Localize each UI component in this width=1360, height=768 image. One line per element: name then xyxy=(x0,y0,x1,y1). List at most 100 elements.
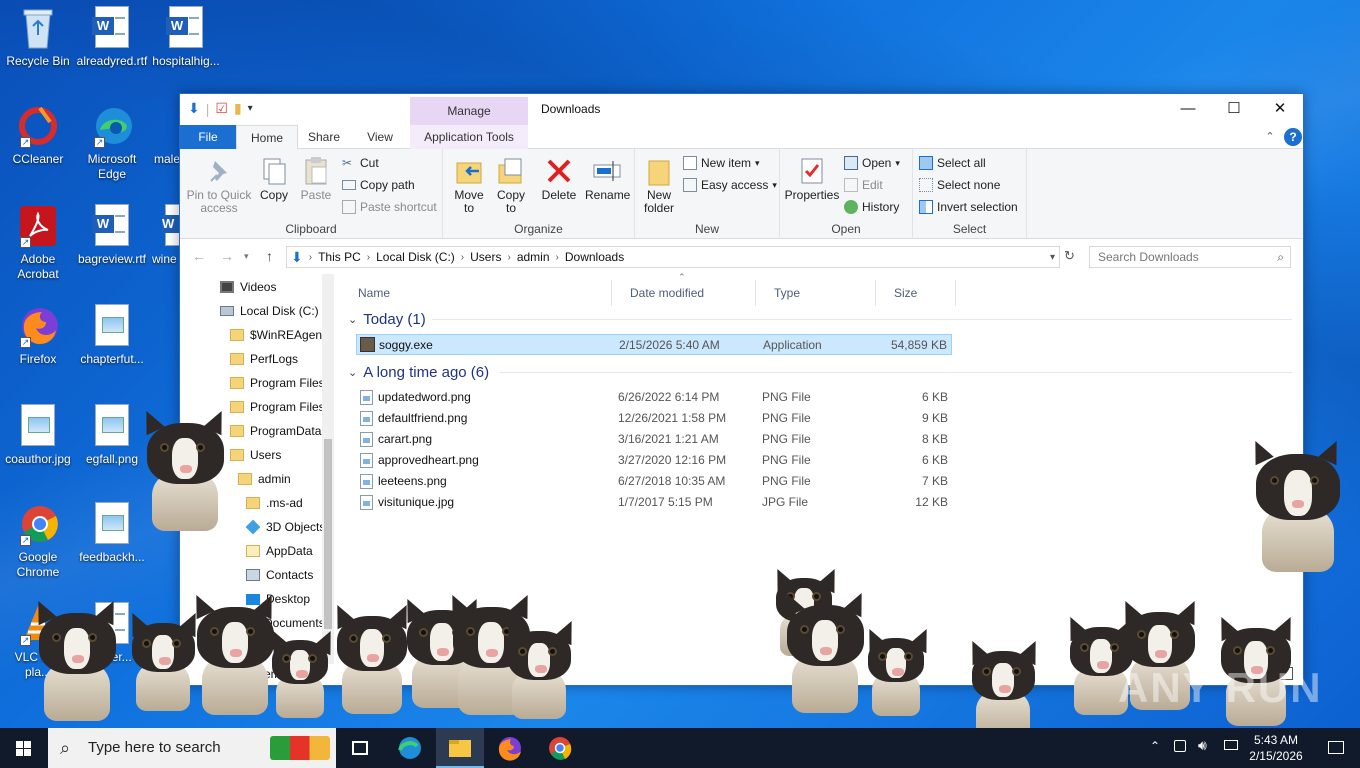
breadcrumb-downloads[interactable]: Downloads xyxy=(565,250,624,264)
file-row[interactable]: leeteens.png 6/27/2018 10:35 AM PNG File… xyxy=(356,471,952,492)
desktop-icon-rtf[interactable]: W bagreview.rtf xyxy=(74,204,150,267)
breadcrumb-local-disk[interactable]: Local Disk (C:) xyxy=(376,250,455,264)
nav-item-folder[interactable]: ProgramData xyxy=(230,420,321,442)
chevron-up-icon[interactable]: ⌃ xyxy=(1150,739,1160,753)
group-header-long-ago[interactable]: ⌄ A long time ago (6) xyxy=(348,361,489,383)
select-all-button[interactable]: Select all xyxy=(919,153,986,173)
forward-arrow-icon[interactable]: → xyxy=(220,248,234,264)
file-row[interactable]: visitunique.jpg 1/7/2017 5:15 PM JPG Fil… xyxy=(356,492,952,513)
copy-button[interactable]: Copy xyxy=(256,155,292,202)
clock[interactable]: 5:43 AM 2/15/2026 xyxy=(1246,732,1306,764)
easy-access-button[interactable]: Easy access ▾ xyxy=(683,175,777,195)
file-row[interactable]: updatedword.png 6/26/2022 6:14 PM PNG Fi… xyxy=(356,387,952,408)
desktop-icon-ccleaner[interactable]: ↗ CCleaner xyxy=(0,104,76,167)
open-button[interactable]: Open ▾ xyxy=(844,153,900,173)
chevron-down-icon[interactable]: ▾ xyxy=(248,103,253,114)
pin-quick-access-button[interactable]: Pin to Quick access xyxy=(186,155,252,215)
new-item-button[interactable]: New item ▾ xyxy=(683,153,760,173)
properties-check-icon[interactable]: ☑ xyxy=(215,100,228,117)
nav-item-folder[interactable]: Program Files xyxy=(230,372,322,394)
nav-item-videos[interactable]: Videos xyxy=(220,276,276,298)
nav-item-appdata[interactable]: AppData xyxy=(246,540,313,562)
up-arrow-icon[interactable]: ↑ xyxy=(266,248,273,264)
back-arrow-icon[interactable]: ← xyxy=(192,248,206,264)
nav-item-folder[interactable]: $WinREAgent xyxy=(230,324,322,346)
notifications-button[interactable] xyxy=(1312,728,1360,768)
tab-view[interactable]: View xyxy=(358,125,402,149)
edit-button[interactable]: Edit xyxy=(844,175,883,195)
network-icon[interactable] xyxy=(1174,740,1186,752)
recent-chevron-icon[interactable]: ▾ xyxy=(244,251,249,262)
minimize-button[interactable]: — xyxy=(1165,94,1211,124)
file-row[interactable]: soggy.exe 2/15/2026 5:40 AM Application … xyxy=(356,334,952,355)
collapse-ribbon-icon[interactable]: ⌃ xyxy=(1262,125,1278,149)
rename-button[interactable]: Rename xyxy=(585,155,630,202)
taskbar-firefox-button[interactable] xyxy=(486,728,534,768)
nav-item-folder[interactable]: Program Files xyxy=(230,396,322,418)
column-header-type[interactable]: Type xyxy=(756,280,876,306)
delete-button[interactable]: Delete xyxy=(539,155,579,202)
column-header-date[interactable]: Date modified xyxy=(612,280,756,306)
address-bar[interactable]: ⬇ › This PC › Local Disk (C:) › Users › … xyxy=(286,246,1060,268)
tab-share[interactable]: Share xyxy=(302,125,346,149)
breadcrumb-users[interactable]: Users xyxy=(470,250,501,264)
nav-item-3d-objects[interactable]: 3D Objects xyxy=(245,516,322,538)
paste-shortcut-button[interactable]: Paste shortcut xyxy=(342,197,437,217)
help-icon[interactable]: ? xyxy=(1284,128,1302,146)
task-view-button[interactable] xyxy=(336,728,384,768)
down-arrow-icon[interactable]: ⬇ xyxy=(188,100,200,117)
file-row[interactable]: approvedheart.png 3/27/2020 12:16 PM PNG… xyxy=(356,450,952,471)
tab-application-tools[interactable]: Application Tools xyxy=(410,125,528,149)
group-header-today[interactable]: ⌄ Today (1) xyxy=(348,308,426,330)
address-dropdown-icon[interactable]: ▾ xyxy=(1050,252,1055,263)
keyboard-icon[interactable] xyxy=(1224,740,1238,750)
desktop-icon-recycle-bin[interactable]: Recycle Bin xyxy=(0,6,76,69)
taskbar-chrome-button[interactable] xyxy=(536,728,584,768)
desktop-icon-chrome[interactable]: ↗ Google Chrome xyxy=(0,502,76,580)
desktop-icon-firefox[interactable]: ↗ Firefox xyxy=(0,304,76,367)
tab-manage[interactable]: Manage xyxy=(410,97,528,125)
tab-file[interactable]: File xyxy=(180,125,236,149)
desktop-icon-partial[interactable]: W wine xyxy=(148,204,180,267)
select-none-button[interactable]: Select none xyxy=(919,175,1000,195)
desktop-icon-image[interactable]: chapterfut... xyxy=(74,304,150,367)
desktop-icon-rtf[interactable]: W alreadyred.rtf xyxy=(74,6,150,69)
new-folder-button[interactable]: New folder xyxy=(639,155,679,215)
breadcrumb-admin[interactable]: admin xyxy=(517,250,550,264)
paste-button[interactable]: Paste xyxy=(298,155,334,202)
nav-item-local-disk[interactable]: Local Disk (C:) xyxy=(220,300,319,322)
taskbar-edge-button[interactable] xyxy=(386,728,434,768)
copy-path-button[interactable]: Copy path xyxy=(342,175,415,195)
nav-item-folder[interactable]: .ms-ad xyxy=(246,492,303,514)
desktop-icon-acrobat[interactable]: ↗ Adobe Acrobat xyxy=(0,204,76,282)
taskbar-explorer-button[interactable] xyxy=(436,728,484,768)
start-button[interactable] xyxy=(0,728,48,768)
properties-button[interactable]: Properties xyxy=(784,155,840,202)
column-header-name[interactable]: Name xyxy=(340,280,612,306)
move-to-button[interactable]: Move to xyxy=(449,155,489,215)
desktop-icon-rtf[interactable]: W hospitalhig... xyxy=(148,6,224,69)
search-input[interactable]: Search Downloads ⌕ xyxy=(1089,246,1291,268)
taskbar-search-input[interactable]: ⌕ Type here to search xyxy=(48,728,336,768)
maximize-button[interactable]: ☐ xyxy=(1211,94,1257,124)
desktop-icon-image[interactable]: coauthor.jpg xyxy=(0,404,76,467)
nav-item-folder[interactable]: PerfLogs xyxy=(230,348,298,370)
desktop-icon-edge[interactable]: ↗ Microsoft Edge xyxy=(74,104,150,182)
file-row[interactable]: carart.png 3/16/2021 1:21 AM PNG File 8 … xyxy=(356,429,952,450)
volume-icon[interactable]: 🔊︎ xyxy=(1198,737,1207,754)
copy-to-button[interactable]: Copy to xyxy=(491,155,531,215)
desktop-icon-partial[interactable]: male xyxy=(148,104,180,167)
cut-button[interactable]: ✂ Cut xyxy=(342,153,379,173)
folder-icon[interactable]: ▮ xyxy=(234,100,242,117)
column-header-size[interactable]: Size xyxy=(876,280,956,306)
nav-item-admin[interactable]: admin xyxy=(238,468,291,490)
close-button[interactable]: ✕ xyxy=(1257,94,1303,124)
invert-selection-button[interactable]: Invert selection xyxy=(919,197,1018,217)
nav-item-contacts[interactable]: Contacts xyxy=(246,564,313,586)
history-button[interactable]: History xyxy=(844,197,899,217)
refresh-icon[interactable]: ↻ xyxy=(1064,248,1075,264)
scroll-thumb[interactable] xyxy=(324,439,332,629)
file-row[interactable]: defaultfriend.png 12/26/2021 1:58 PM PNG… xyxy=(356,408,952,429)
breadcrumb-this-pc[interactable]: This PC xyxy=(318,250,361,264)
tab-home[interactable]: Home xyxy=(236,125,299,150)
